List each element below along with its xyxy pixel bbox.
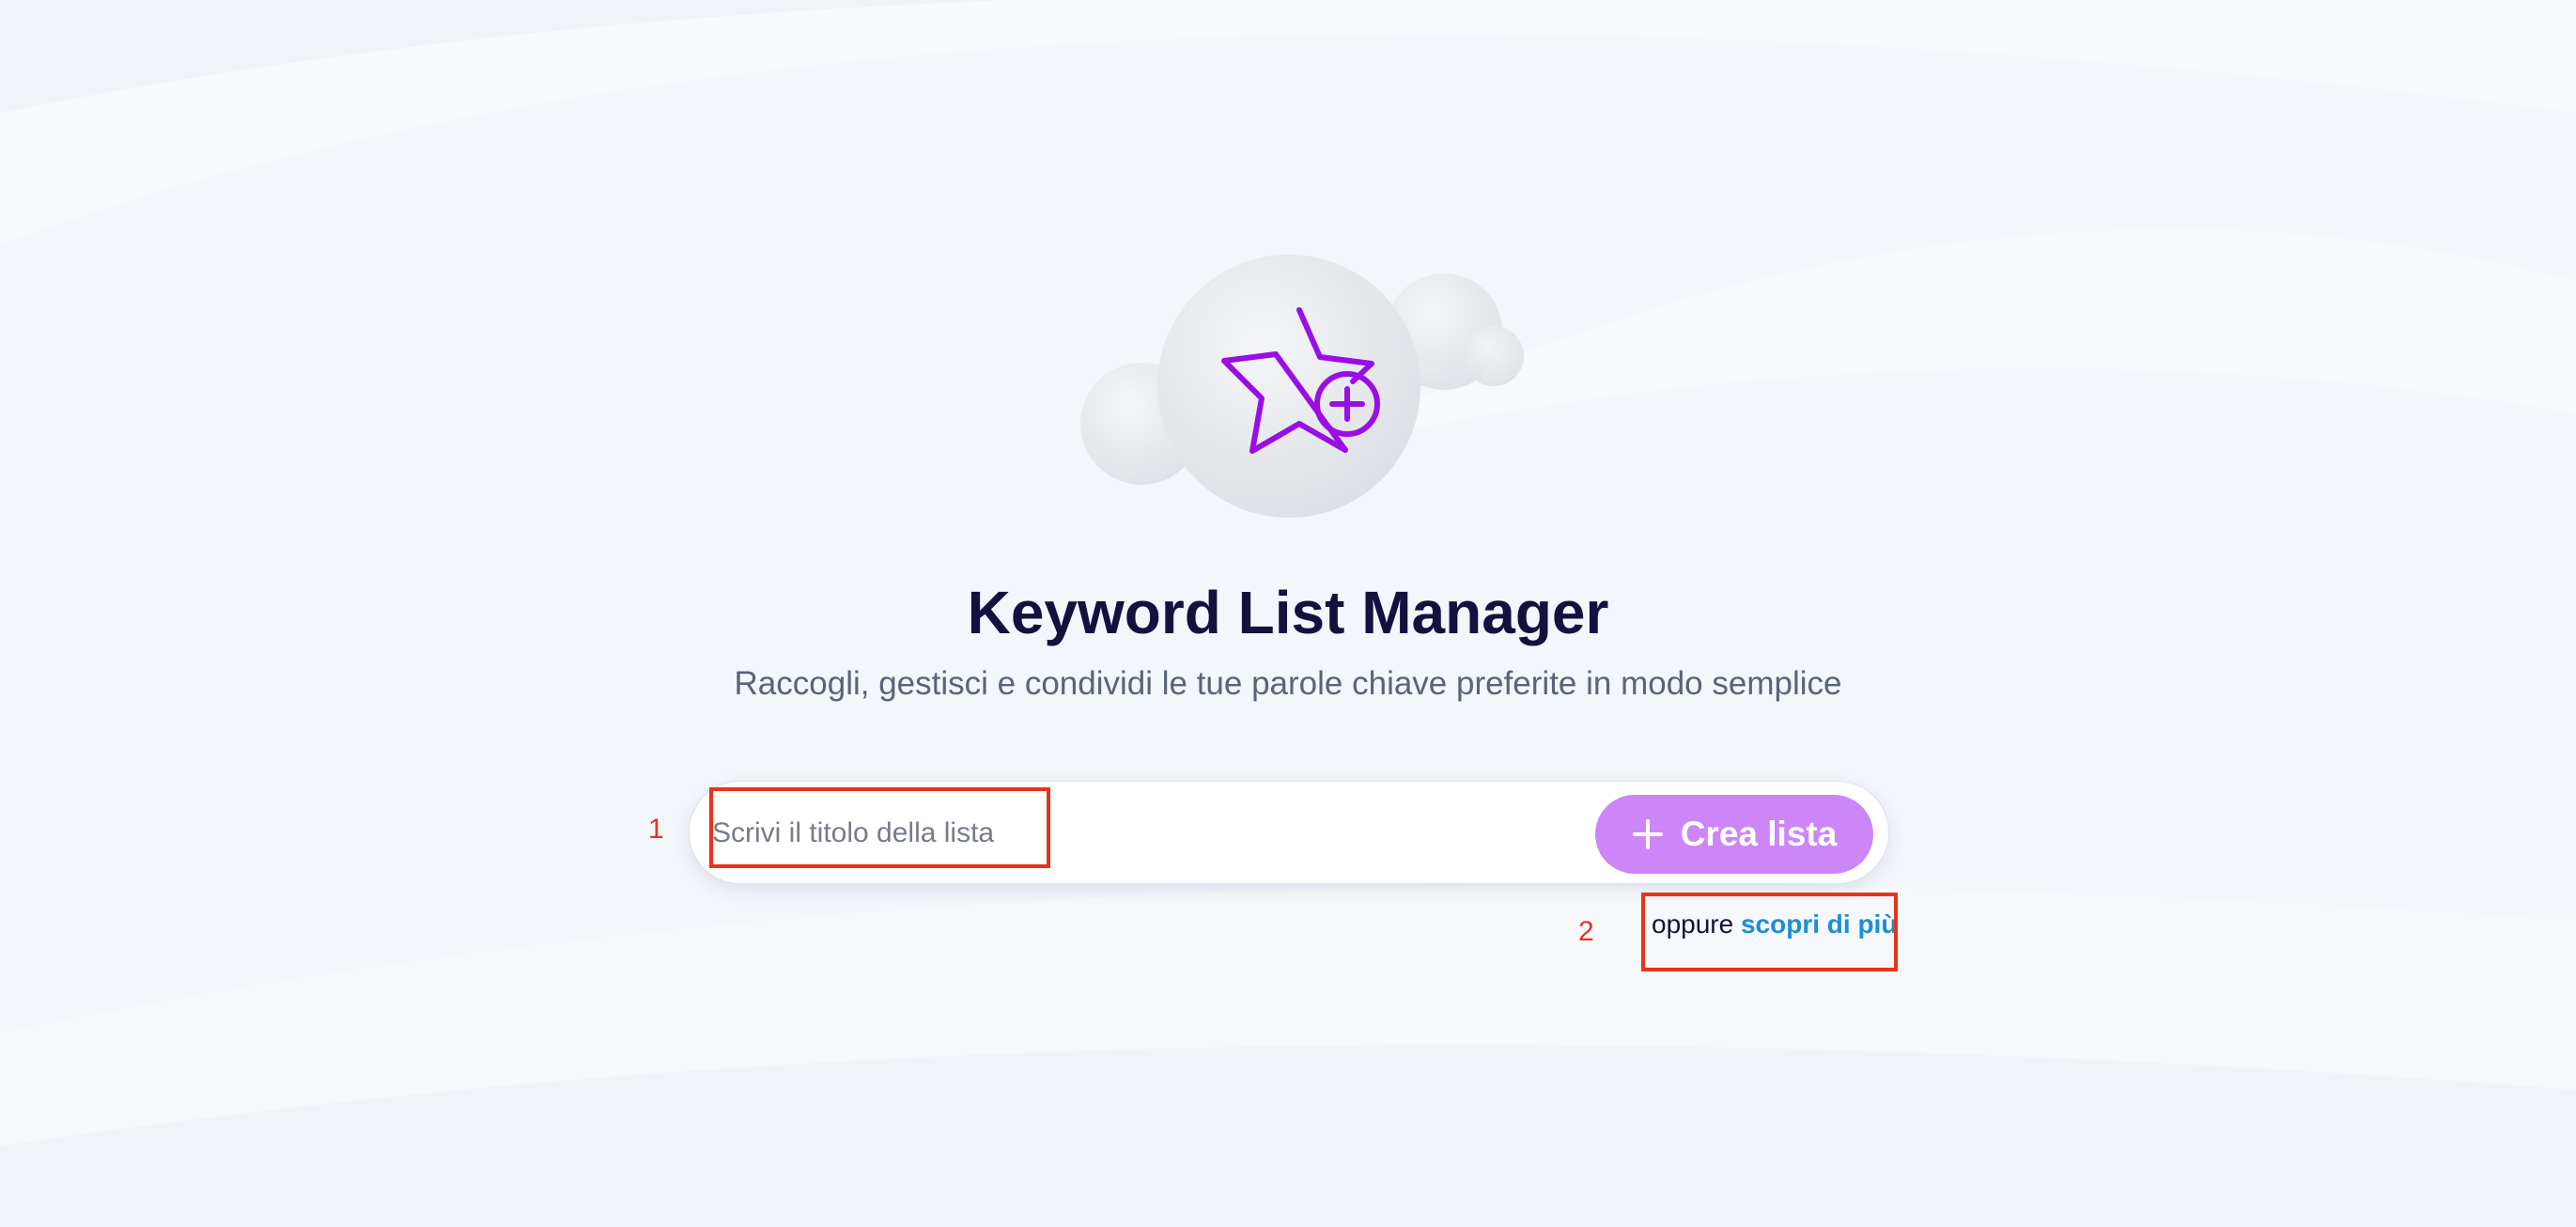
page-subtitle: Raccogli, gestisci e condividi le tue pa… [734,665,1842,702]
create-list-button[interactable]: Crea lista [1595,795,1873,874]
annotation-box-1 [709,787,1050,868]
page-title: Keyword List Manager [967,579,1609,646]
annotation-number-2: 2 [1578,916,1594,947]
plus-icon [1632,819,1663,849]
hero-illustration [1080,255,1524,518]
create-list-button-label: Crea lista [1680,815,1838,853]
annotation-number-1: 1 [648,814,664,845]
annotation-box-2 [1641,893,1898,971]
